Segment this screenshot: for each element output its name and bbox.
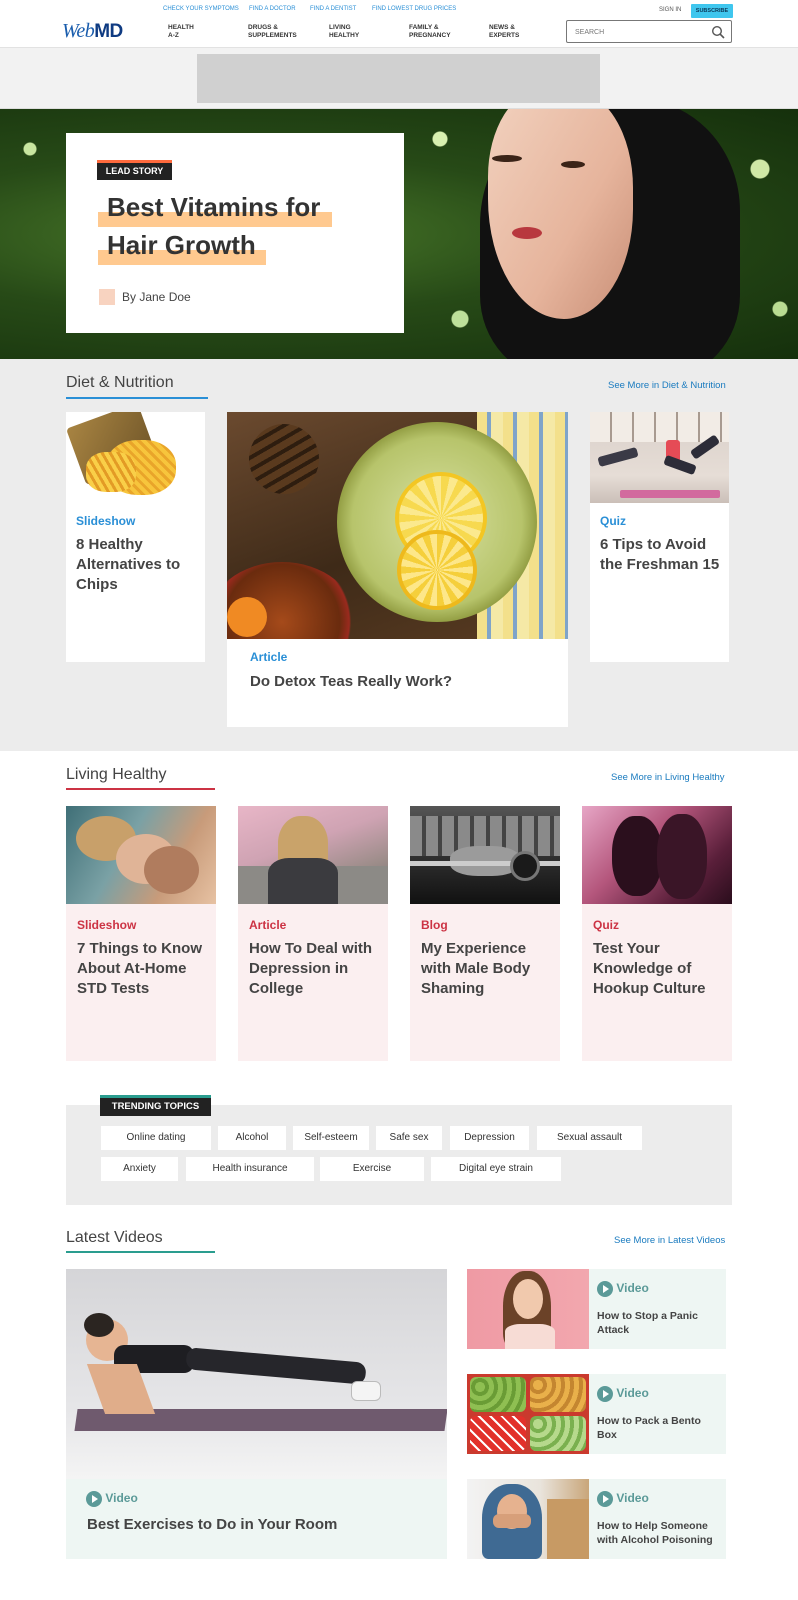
search-box — [566, 20, 732, 43]
video-type-label: Video — [86, 1491, 138, 1507]
play-icon — [597, 1491, 613, 1507]
card-title: 6 Tips to Avoid the Freshman 15 — [600, 536, 720, 573]
see-more-living-link[interactable]: See More in Living Healthy — [611, 772, 725, 783]
nav-health-a-z[interactable]: HEALTH A-Z — [168, 24, 194, 40]
play-icon — [86, 1491, 102, 1507]
couple-image — [66, 806, 216, 904]
see-more-diet-link[interactable]: See More in Diet & Nutrition — [608, 380, 726, 391]
topic-chip-online-dating[interactable]: Online dating — [101, 1126, 211, 1150]
video-card-panic-attack[interactable]: Video How to Stop a Panic Attack — [467, 1269, 726, 1349]
topic-chip-sexual-assault[interactable]: Sexual assault — [537, 1126, 642, 1150]
card-title: 7 Things to Know About At-Home STD Tests — [77, 940, 202, 997]
card-title: Test Your Knowledge of Hookup Culture — [593, 940, 706, 997]
diet-card-detox-teas[interactable]: Article Do Detox Teas Really Work? — [227, 412, 568, 727]
living-title-underline — [66, 788, 215, 790]
student-image — [238, 806, 388, 904]
video-title: How to Stop a Panic Attack — [597, 1310, 698, 1336]
site-header: WebMD CHECK YOUR SYMPTOMS FIND A DOCTOR … — [0, 0, 798, 48]
kiss-image — [582, 806, 732, 904]
card-title: Do Detox Teas Really Work? — [250, 673, 453, 690]
video-card-alcohol-poisoning[interactable]: Video How to Help Someone with Alcohol P… — [467, 1479, 726, 1559]
author-avatar — [99, 289, 115, 305]
fitness-class-image — [590, 412, 729, 503]
card-title: 8 Healthy Alternatives to Chips — [76, 536, 181, 593]
search-input[interactable] — [575, 26, 705, 38]
detox-tea-image — [227, 412, 568, 639]
topic-chip-exercise[interactable]: Exercise — [320, 1157, 424, 1181]
trending-topics-tag: TRENDING TOPICS — [100, 1095, 211, 1116]
diet-card-chips[interactable]: Slideshow 8 Healthy Alternatives to Chip… — [66, 412, 205, 662]
video-title: How to Help Someone with Alcohol Poisoni… — [597, 1520, 713, 1546]
topic-chip-alcohol[interactable]: Alcohol — [218, 1126, 286, 1150]
plank-exercise-image — [66, 1269, 447, 1479]
nav-drugs-supplements[interactable]: DRUGS & SUPPLEMENTS — [248, 24, 297, 40]
bento-box-image — [467, 1374, 589, 1454]
card-type: Slideshow — [77, 918, 137, 932]
trending-topics-panel — [66, 1105, 732, 1205]
video-type-label: Video — [597, 1386, 649, 1402]
top-link-find-dentist[interactable]: FIND A DENTIST — [310, 6, 356, 12]
chips-image — [66, 412, 205, 503]
card-type: Quiz — [600, 514, 626, 528]
hero-lips — [512, 227, 542, 239]
nav-living-healthy[interactable]: LIVING HEALTHY — [329, 24, 359, 40]
topic-chip-safe-sex[interactable]: Safe sex — [376, 1126, 442, 1150]
topic-chip-anxiety[interactable]: Anxiety — [101, 1157, 178, 1181]
play-icon — [597, 1281, 613, 1297]
video-type-label: Video — [597, 1281, 649, 1297]
gym-image — [410, 806, 560, 904]
nav-news-experts[interactable]: NEWS & EXPERTS — [489, 24, 519, 40]
nav-family-pregnancy[interactable]: FAMILY & PREGNANCY — [409, 24, 451, 40]
videos-section-title: Latest Videos — [66, 1229, 163, 1246]
lead-story-tag: LEAD STORY — [97, 160, 172, 180]
living-card-std-tests[interactable]: Slideshow 7 Things to Know About At-Home… — [66, 806, 216, 1061]
living-card-depression[interactable]: Article How To Deal with Depression in C… — [238, 806, 388, 1061]
ad-banner[interactable] — [197, 54, 600, 103]
webmd-logo[interactable]: WebMD — [62, 20, 123, 43]
see-more-videos-link[interactable]: See More in Latest Videos — [614, 1235, 725, 1246]
diet-section-title: Diet & Nutrition — [66, 374, 174, 391]
diet-card-freshman-15[interactable]: Quiz 6 Tips to Avoid the Freshman 15 — [590, 412, 729, 662]
top-link-find-doctor[interactable]: FIND A DOCTOR — [249, 6, 296, 12]
sign-in-link[interactable]: SIGN IN — [659, 7, 681, 13]
hero-eye — [561, 161, 585, 168]
ad-row — [0, 48, 798, 109]
man-hoodie-image — [467, 1479, 589, 1559]
topic-chip-depression[interactable]: Depression — [450, 1126, 529, 1150]
hero-eye — [492, 155, 522, 162]
diet-title-underline — [66, 397, 208, 399]
subscribe-button[interactable]: SUBSCRIBE — [691, 4, 733, 18]
webmd-homepage: WebMD CHECK YOUR SYMPTOMS FIND A DOCTOR … — [0, 0, 798, 1600]
play-icon — [597, 1386, 613, 1402]
video-card-bento-box[interactable]: Video How to Pack a Bento Box — [467, 1374, 726, 1454]
lead-story-headline[interactable]: Best Vitamins for Hair Growth — [107, 188, 347, 264]
card-title: My Experience with Male Body Shaming — [421, 940, 531, 997]
card-type: Quiz — [593, 918, 619, 932]
search-icon[interactable] — [711, 25, 725, 39]
video-title: Best Exercises to Do in Your Room — [87, 1516, 338, 1533]
top-link-drug-prices[interactable]: FIND LOWEST DRUG PRICES — [372, 6, 456, 12]
top-link-check-symptoms[interactable]: CHECK YOUR SYMPTOMS — [163, 6, 239, 12]
topic-chip-self-esteem[interactable]: Self-esteem — [293, 1126, 369, 1150]
card-type: Blog — [421, 918, 448, 932]
living-card-body-shaming[interactable]: Blog My Experience with Male Body Shamin… — [410, 806, 560, 1061]
card-title: How To Deal with Depression in College — [249, 940, 373, 997]
living-section-title: Living Healthy — [66, 766, 167, 783]
card-type: Article — [249, 918, 287, 932]
video-card-main[interactable]: Video Best Exercises to Do in Your Room — [66, 1269, 447, 1559]
topic-chip-health-insurance[interactable]: Health insurance — [186, 1157, 314, 1181]
card-type: Article — [250, 650, 288, 664]
videos-title-underline — [66, 1251, 215, 1253]
living-card-hookup-culture[interactable]: Quiz Test Your Knowledge of Hookup Cultu… — [582, 806, 732, 1061]
video-type-label: Video — [597, 1491, 649, 1507]
author-byline: By Jane Doe — [122, 290, 191, 304]
video-title: How to Pack a Bento Box — [597, 1415, 701, 1441]
woman-portrait-image — [467, 1269, 589, 1349]
topic-chip-digital-eye-strain[interactable]: Digital eye strain — [431, 1157, 561, 1181]
card-type: Slideshow — [76, 514, 136, 528]
